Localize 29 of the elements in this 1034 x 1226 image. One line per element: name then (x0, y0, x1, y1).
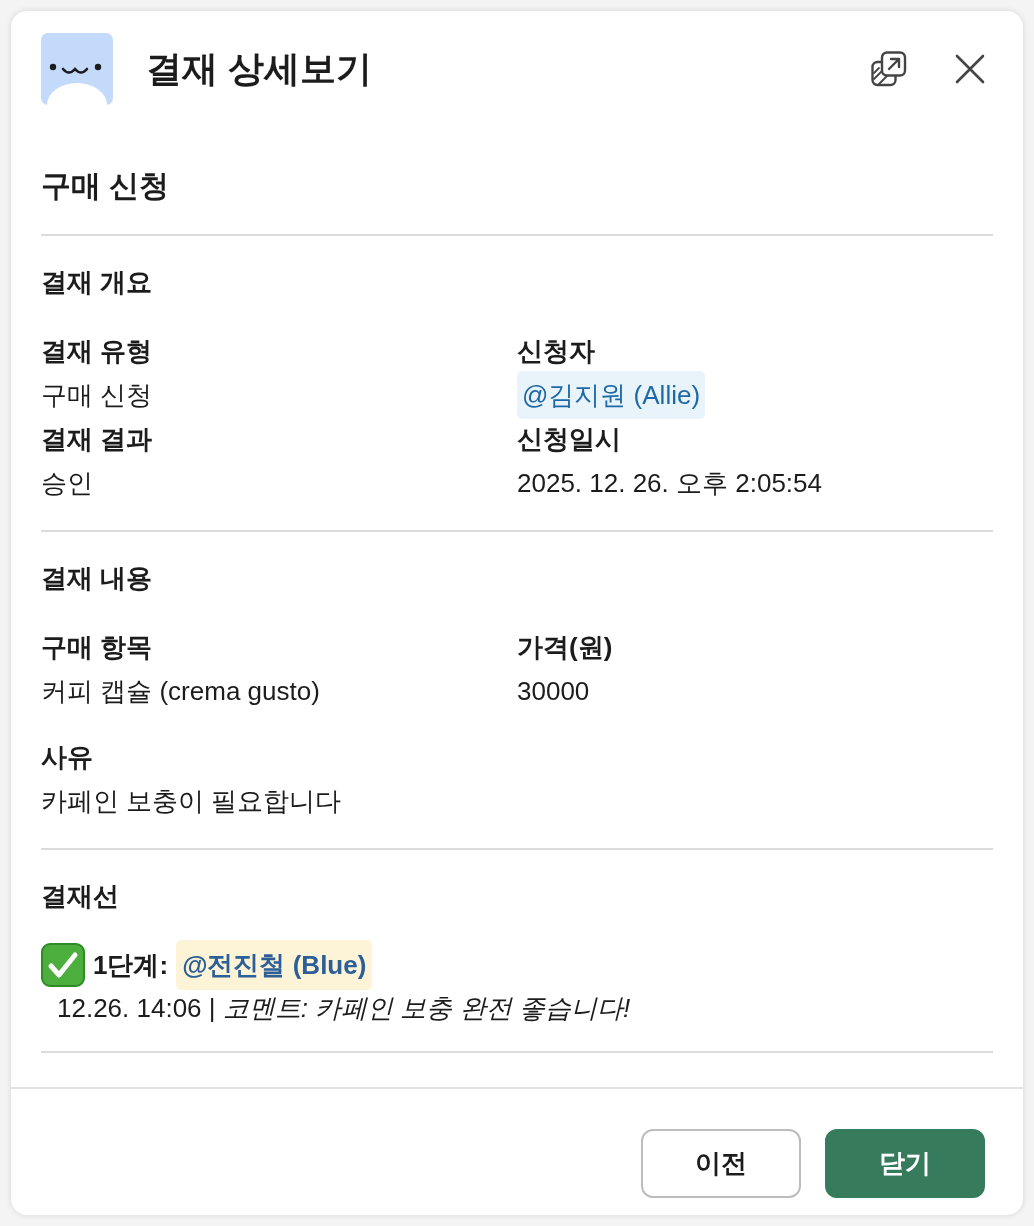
field-label: 결재 유형 (41, 335, 154, 368)
field-label: 사유 (41, 741, 94, 774)
popout-icon (871, 51, 907, 87)
field-label: 결재 결과 (41, 423, 154, 456)
user-mention-link[interactable]: @전진철 (Blue) (176, 940, 373, 990)
close-button[interactable] (955, 54, 985, 84)
field-label: 구매 항목 (41, 631, 154, 664)
field-value: 커피 캡슐 (crema gusto) (41, 675, 321, 708)
field-label: 신청자 (517, 335, 596, 368)
step-label: 1단계: (93, 949, 169, 982)
dialog-title: 결재 상세보기 (146, 47, 372, 91)
section-heading: 결재선 (41, 880, 120, 913)
section-heading: 결재 내용 (41, 562, 154, 595)
open-in-window-button[interactable] (871, 51, 907, 87)
field-label: 신청일시 (517, 423, 622, 456)
field-value: 카페인 보충이 필요합니다 (41, 785, 343, 818)
field-label: 가격(원) (517, 631, 614, 664)
user-mention-link[interactable]: @김지원 (Allie) (517, 371, 706, 419)
section-heading: 결재 개요 (41, 266, 154, 299)
field-value: 구매 신청 (41, 379, 154, 412)
step-comment: 12.26. 14:06 | 코멘트: 카페인 보충 완전 좋습니다! (56, 992, 632, 1025)
previous-button[interactable]: 이전 (641, 1129, 801, 1198)
close-icon (955, 54, 985, 84)
field-value: 30000 (517, 675, 591, 708)
field-value: 2025. 12. 26. 오후 2:05:54 (517, 467, 823, 500)
face-avatar-icon (41, 33, 113, 105)
form-title: 구매 신청 (41, 168, 171, 204)
field-value: 승인 (41, 467, 94, 500)
close-dialog-button[interactable]: 닫기 (825, 1129, 985, 1198)
